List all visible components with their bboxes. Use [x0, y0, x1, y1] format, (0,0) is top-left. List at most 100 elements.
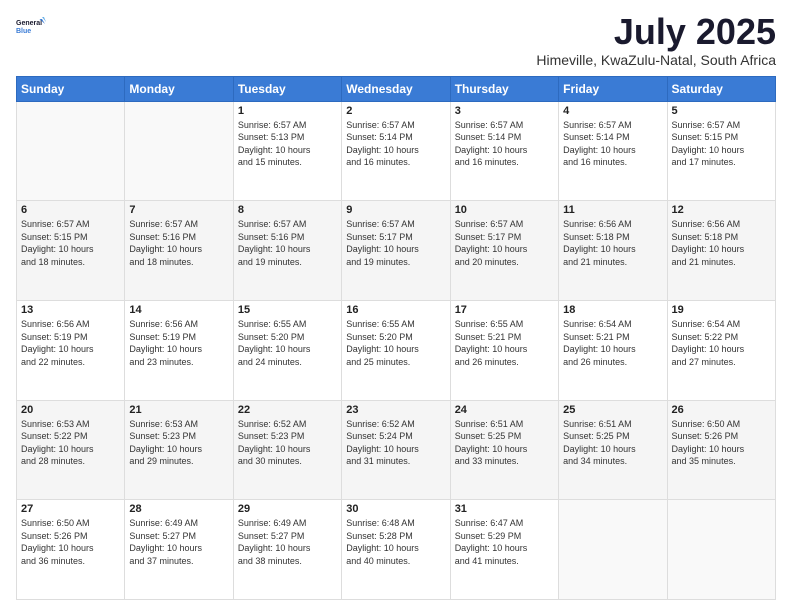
day-info: Sunrise: 6:51 AM Sunset: 5:25 PM Dayligh… — [563, 418, 662, 468]
day-number: 7 — [129, 204, 228, 216]
day-info: Sunrise: 6:52 AM Sunset: 5:23 PM Dayligh… — [238, 418, 337, 468]
day-info: Sunrise: 6:51 AM Sunset: 5:25 PM Dayligh… — [455, 418, 554, 468]
day-number: 8 — [238, 204, 337, 216]
calendar-week-row: 13 Sunrise: 6:56 AM Sunset: 5:19 PM Dayli… — [17, 300, 776, 400]
day-info: Sunrise: 6:55 AM Sunset: 5:20 PM Dayligh… — [238, 318, 337, 368]
col-monday: Monday — [125, 76, 233, 101]
table-row: 18Sunrise: 6:54 AM Sunset: 5:21 PM Dayli… — [559, 300, 667, 400]
day-info: Sunrise: 6:57 AM Sunset: 5:14 PM Dayligh… — [346, 119, 445, 169]
title-section: July 2025 Himeville, KwaZulu-Natal, Sout… — [536, 12, 776, 68]
svg-text:Blue: Blue — [16, 28, 31, 35]
day-number: 1 — [238, 105, 337, 117]
calendar-week-row: 27 Sunrise: 6:50 AM Sunset: 5:26 PM Dayli… — [17, 500, 776, 600]
day-number: 26 — [672, 404, 771, 416]
table-row: 25 Sunrise: 6:51 AM Sunset: 5:25 PM Dayli… — [559, 400, 667, 500]
col-saturday: Saturday — [667, 76, 775, 101]
day-info: Sunrise: 6:54 AM Sunset: 5:22 PM Dayligh… — [672, 318, 771, 368]
table-row — [125, 101, 233, 201]
logo: GeneralBlue — [16, 12, 46, 42]
table-row: 9 Sunrise: 6:57 AM Sunset: 5:17 PM Daylig… — [342, 201, 450, 301]
table-row: 1 Sunrise: 6:57 AM Sunset: 5:13 PM Daylig… — [233, 101, 341, 201]
day-info: Sunrise: 6:50 AM Sunset: 5:26 PM Dayligh… — [672, 418, 771, 468]
day-info: Sunrise: 6:57 AM Sunset: 5:14 PM Dayligh… — [455, 119, 554, 169]
day-number: 29 — [238, 503, 337, 515]
day-info: Sunrise: 6:53 AM Sunset: 5:22 PM Dayligh… — [21, 418, 120, 468]
day-number: 28 — [129, 503, 228, 515]
day-number: 25 — [563, 404, 662, 416]
table-row: 17Sunrise: 6:55 AM Sunset: 5:21 PM Dayli… — [450, 300, 558, 400]
day-info: Sunrise: 6:57 AM Sunset: 5:13 PM Dayligh… — [238, 119, 337, 169]
col-tuesday: Tuesday — [233, 76, 341, 101]
calendar-week-row: 1 Sunrise: 6:57 AM Sunset: 5:13 PM Daylig… — [17, 101, 776, 201]
day-number: 9 — [346, 204, 445, 216]
day-info: Sunrise: 6:57 AM Sunset: 5:17 PM Dayligh… — [346, 218, 445, 268]
col-friday: Friday — [559, 76, 667, 101]
table-row: 5 Sunrise: 6:57 AM Sunset: 5:15 PM Daylig… — [667, 101, 775, 201]
table-row: 31 Sunrise: 6:47 AM Sunset: 5:29 PM Dayli… — [450, 500, 558, 600]
day-info: Sunrise: 6:47 AM Sunset: 5:29 PM Dayligh… — [455, 517, 554, 567]
table-row — [17, 101, 125, 201]
day-number: 24 — [455, 404, 554, 416]
day-info: Sunrise: 6:50 AM Sunset: 5:26 PM Dayligh… — [21, 517, 120, 567]
day-number: 14 — [129, 304, 228, 316]
table-row: 28 Sunrise: 6:49 AM Sunset: 5:27 PM Dayli… — [125, 500, 233, 600]
table-row: 14 Sunrise: 6:56 AM Sunset: 5:19 PM Dayli… — [125, 300, 233, 400]
day-info: Sunrise: 6:57 AM Sunset: 5:17 PM Dayligh… — [455, 218, 554, 268]
day-info: Sunrise: 6:53 AM Sunset: 5:23 PM Dayligh… — [129, 418, 228, 468]
table-row: 10 Sunrise: 6:57 AM Sunset: 5:17 PM Dayli… — [450, 201, 558, 301]
day-info: Sunrise: 6:48 AM Sunset: 5:28 PM Dayligh… — [346, 517, 445, 567]
table-row: 4Sunrise: 6:57 AM Sunset: 5:14 PM Daylig… — [559, 101, 667, 201]
table-row: 6 Sunrise: 6:57 AM Sunset: 5:15 PM Daylig… — [17, 201, 125, 301]
day-info: Sunrise: 6:56 AM Sunset: 5:19 PM Dayligh… — [129, 318, 228, 368]
day-info: Sunrise: 6:57 AM Sunset: 5:14 PM Dayligh… — [563, 119, 662, 169]
day-info: Sunrise: 6:56 AM Sunset: 5:18 PM Dayligh… — [563, 218, 662, 268]
day-number: 31 — [455, 503, 554, 515]
day-info: Sunrise: 6:56 AM Sunset: 5:19 PM Dayligh… — [21, 318, 120, 368]
day-number: 3 — [455, 105, 554, 117]
table-row: 26 Sunrise: 6:50 AM Sunset: 5:26 PM Dayli… — [667, 400, 775, 500]
table-row: 2 Sunrise: 6:57 AM Sunset: 5:14 PM Daylig… — [342, 101, 450, 201]
day-number: 6 — [21, 204, 120, 216]
day-info: Sunrise: 6:49 AM Sunset: 5:27 PM Dayligh… — [129, 517, 228, 567]
col-thursday: Thursday — [450, 76, 558, 101]
table-row: 13 Sunrise: 6:56 AM Sunset: 5:19 PM Dayli… — [17, 300, 125, 400]
header: GeneralBlue July 2025 Himeville, KwaZulu… — [16, 12, 776, 68]
day-number: 19 — [672, 304, 771, 316]
calendar-table: Sunday Monday Tuesday Wednesday Thursday… — [16, 76, 776, 600]
table-row: 16 Sunrise: 6:55 AM Sunset: 5:20 PM Dayli… — [342, 300, 450, 400]
table-row: 27 Sunrise: 6:50 AM Sunset: 5:26 PM Dayli… — [17, 500, 125, 600]
day-number: 5 — [672, 105, 771, 117]
day-info: Sunrise: 6:57 AM Sunset: 5:15 PM Dayligh… — [21, 218, 120, 268]
main-title: July 2025 — [536, 12, 776, 52]
table-row: 22 Sunrise: 6:52 AM Sunset: 5:23 PM Dayli… — [233, 400, 341, 500]
day-info: Sunrise: 6:57 AM Sunset: 5:15 PM Dayligh… — [672, 119, 771, 169]
day-number: 13 — [21, 304, 120, 316]
day-number: 2 — [346, 105, 445, 117]
day-number: 20 — [21, 404, 120, 416]
table-row: 11Sunrise: 6:56 AM Sunset: 5:18 PM Dayli… — [559, 201, 667, 301]
table-row: 30 Sunrise: 6:48 AM Sunset: 5:28 PM Dayli… — [342, 500, 450, 600]
day-number: 15 — [238, 304, 337, 316]
table-row: 8Sunrise: 6:57 AM Sunset: 5:16 PM Daylig… — [233, 201, 341, 301]
page: GeneralBlue July 2025 Himeville, KwaZulu… — [0, 0, 792, 612]
day-number: 27 — [21, 503, 120, 515]
table-row — [559, 500, 667, 600]
table-row: 19 Sunrise: 6:54 AM Sunset: 5:22 PM Dayli… — [667, 300, 775, 400]
day-number: 22 — [238, 404, 337, 416]
table-row: 24 Sunrise: 6:51 AM Sunset: 5:25 PM Dayli… — [450, 400, 558, 500]
day-info: Sunrise: 6:52 AM Sunset: 5:24 PM Dayligh… — [346, 418, 445, 468]
day-info: Sunrise: 6:54 AM Sunset: 5:21 PM Dayligh… — [563, 318, 662, 368]
day-info: Sunrise: 6:49 AM Sunset: 5:27 PM Dayligh… — [238, 517, 337, 567]
table-row: 21Sunrise: 6:53 AM Sunset: 5:23 PM Dayli… — [125, 400, 233, 500]
day-number: 10 — [455, 204, 554, 216]
calendar-week-row: 20 Sunrise: 6:53 AM Sunset: 5:22 PM Dayli… — [17, 400, 776, 500]
day-info: Sunrise: 6:55 AM Sunset: 5:20 PM Dayligh… — [346, 318, 445, 368]
day-number: 16 — [346, 304, 445, 316]
table-row: 12Sunrise: 6:56 AM Sunset: 5:18 PM Dayli… — [667, 201, 775, 301]
day-number: 30 — [346, 503, 445, 515]
day-info: Sunrise: 6:57 AM Sunset: 5:16 PM Dayligh… — [129, 218, 228, 268]
day-number: 17 — [455, 304, 554, 316]
table-row: 3 Sunrise: 6:57 AM Sunset: 5:14 PM Daylig… — [450, 101, 558, 201]
calendar-week-row: 6 Sunrise: 6:57 AM Sunset: 5:15 PM Daylig… — [17, 201, 776, 301]
day-number: 12 — [672, 204, 771, 216]
